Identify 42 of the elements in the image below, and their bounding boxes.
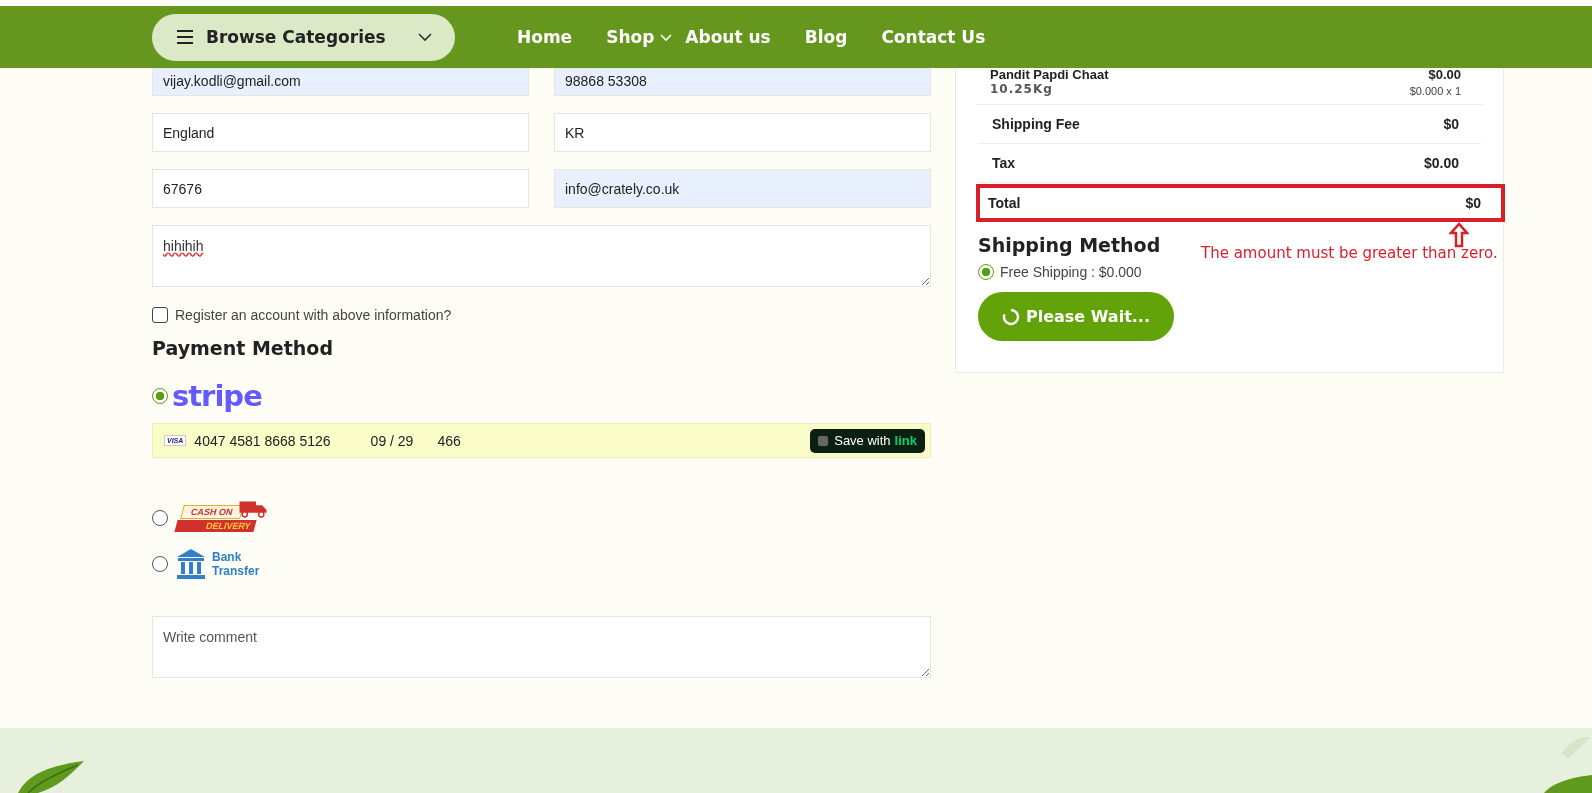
summary-value: $0.00 xyxy=(1423,155,1459,171)
radio-button[interactable] xyxy=(152,510,168,526)
menu-icon xyxy=(176,30,194,44)
comment-field[interactable]: Write comment xyxy=(152,616,931,678)
summary-label: Tax xyxy=(992,155,1016,171)
input-field[interactable]: KR xyxy=(554,113,931,152)
cash-on-delivery-logo: CASH ON DELIVERY xyxy=(176,502,268,534)
annotation-text: The amount must be greater than zero. xyxy=(1201,244,1498,262)
checkbox-label: Register an account with above information? xyxy=(175,307,452,323)
product-price: $0.00 xyxy=(1428,68,1461,82)
radio-button[interactable] xyxy=(978,264,994,280)
summary-value: $0 xyxy=(1465,195,1481,211)
input-field[interactable]: info@crately.co.uk xyxy=(554,169,931,208)
save-with-link-button[interactable]: Save with link xyxy=(810,428,925,453)
spinner-icon xyxy=(1001,307,1020,326)
chevron-down-icon xyxy=(659,32,674,42)
nav-link[interactable]: Contact Us xyxy=(881,27,986,47)
browse-categories-button[interactable]: Browse Categories xyxy=(152,13,455,61)
stripe-logo: stripe xyxy=(172,379,262,413)
product-weight: 10.25Kg xyxy=(990,82,1054,96)
nav-link[interactable]: Shop xyxy=(606,27,674,47)
product-name: Pandit Papdi Chaat xyxy=(990,68,1109,82)
radio-button[interactable] xyxy=(152,388,168,404)
summary-label: Total xyxy=(988,195,1021,211)
nav-link[interactable]: About us xyxy=(685,27,771,47)
section-heading: Payment Method xyxy=(152,337,334,359)
input-field[interactable]: 67676 xyxy=(152,169,529,208)
notes-field[interactable]: hihihih xyxy=(152,225,931,287)
checkbox[interactable] xyxy=(152,307,168,323)
radio-button[interactable] xyxy=(152,556,168,572)
bank-transfer-logo: Bank Transfer xyxy=(176,548,260,580)
radio-label: Free Shipping : $0.000 xyxy=(1000,264,1142,280)
summary-value: $0 xyxy=(1443,116,1459,132)
nav-link[interactable]: Home xyxy=(517,27,573,47)
input-field[interactable]: 98868 53308 xyxy=(554,68,931,96)
input-field[interactable]: England xyxy=(152,113,529,152)
input-field[interactable]: vijay.kodli@gmail.com xyxy=(152,68,529,96)
chevron-down-icon xyxy=(417,32,433,42)
nav-link[interactable]: Blog xyxy=(804,27,848,47)
section-heading: Shipping Method xyxy=(978,234,1161,256)
product-quantity: $0.000 x 1 xyxy=(1409,85,1461,97)
summary-label: Shipping Fee xyxy=(992,116,1080,132)
